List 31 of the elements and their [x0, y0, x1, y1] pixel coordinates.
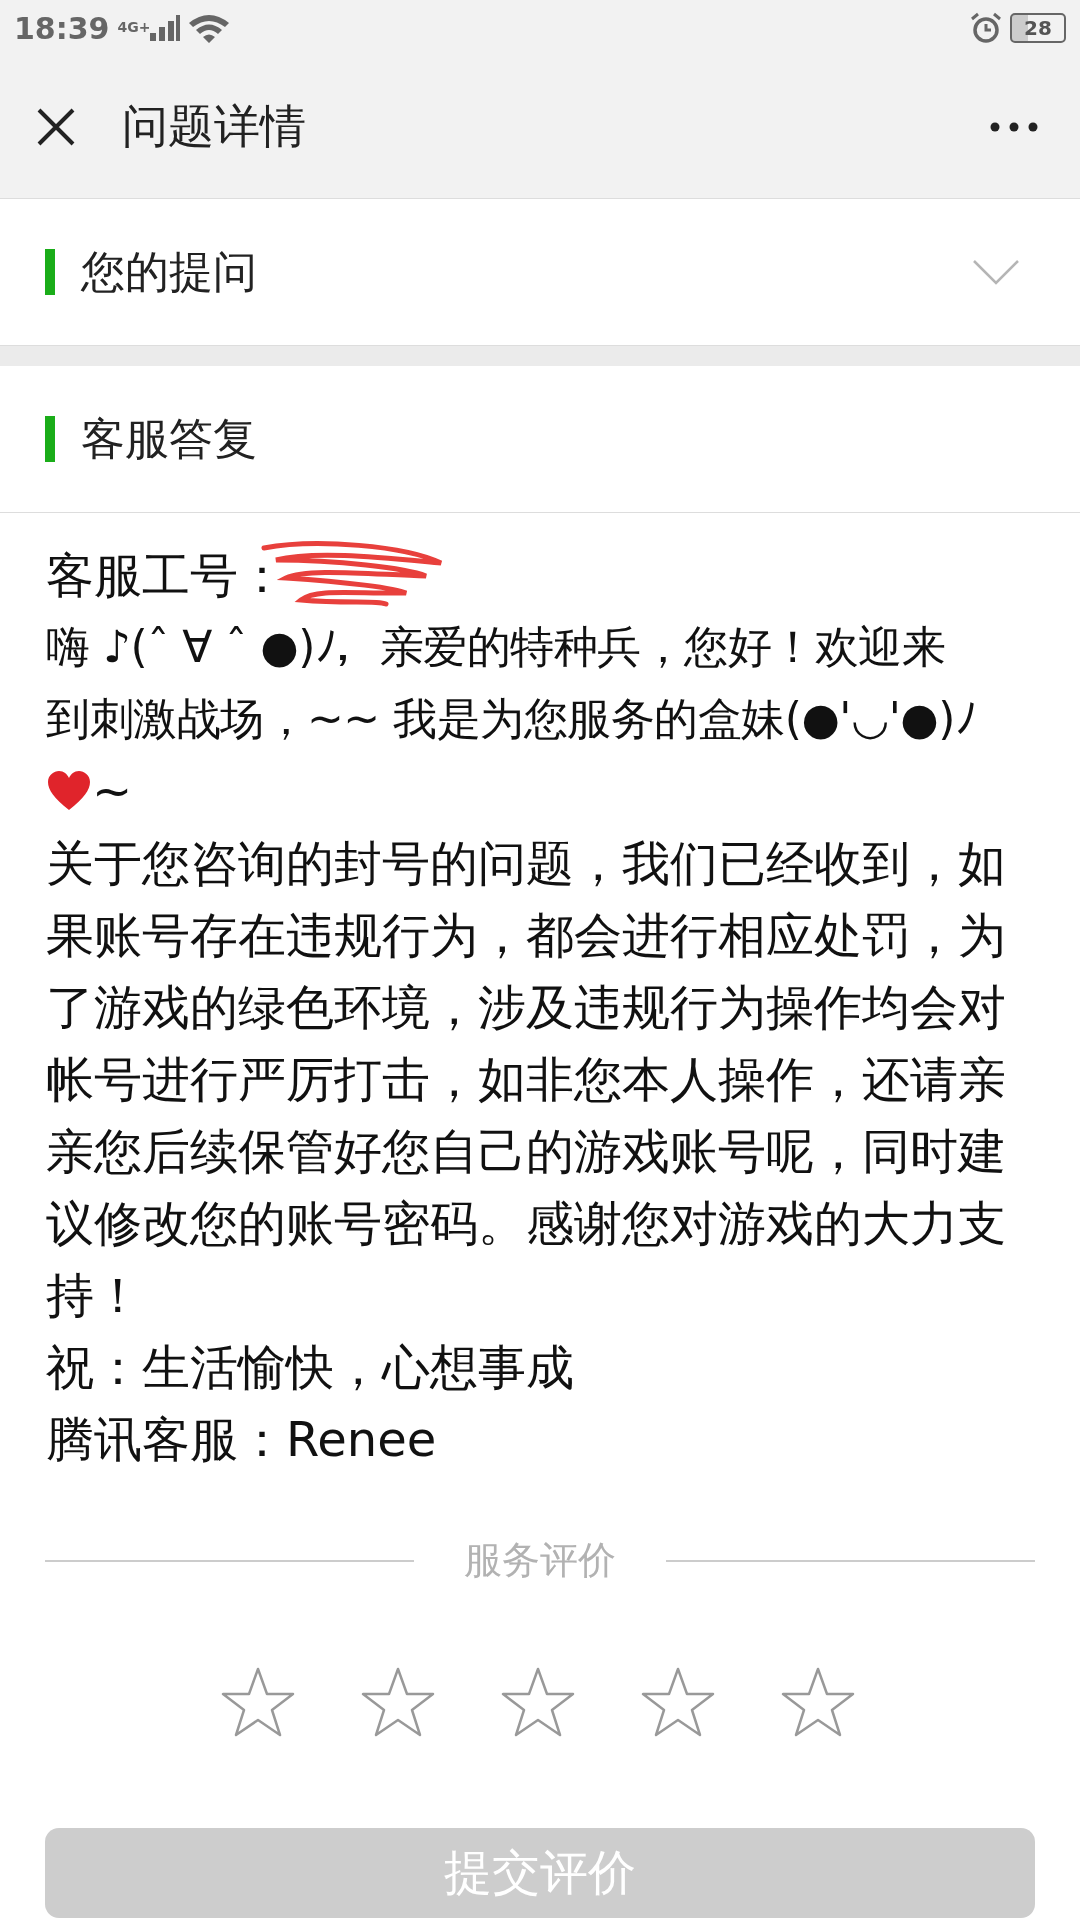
alarm-icon — [970, 12, 1002, 44]
greeting-text: 到刺激战场，~~ 我是为您服务的盒妹(●'◡'●)ﾉ — [46, 692, 978, 746]
section-title: 客服答复 — [81, 411, 258, 466]
page-title: 问题详情 — [122, 98, 307, 155]
star-icon[interactable] — [221, 1666, 295, 1738]
close-button[interactable] — [36, 107, 76, 147]
rating-title: 服务评价 — [463, 1537, 617, 1584]
battery-level: 28 — [1024, 16, 1052, 40]
close-icon — [36, 107, 76, 147]
more-icon — [990, 122, 1038, 132]
reply-paragraph: 祝：生活愉快，心想事成 — [46, 1338, 575, 1397]
reply-paragraph: 关于您咨询的封号的问题，我们已经收到，如果账号存在违规行为，都会进行相应处罚，为了游戏的绿色环境，涉及违规行为操作均会对帐号进行严厉打击，如非您本人操作，还请亲亲您后续保管好您自己的游戏账号呢，同时建议修改您的账号密码。感谢您对游戏的大力支持！ — [46, 834, 1007, 1325]
wifi-icon — [188, 13, 231, 43]
star-icon[interactable] — [501, 1666, 575, 1738]
reply-paragraph: 腾讯客服：Renee — [46, 1410, 438, 1469]
signal-icon — [150, 15, 181, 41]
network-label: 4G+ — [117, 18, 151, 35]
accent-bar — [45, 249, 55, 295]
star-icon[interactable] — [781, 1666, 855, 1738]
section-title: 您的提问 — [81, 244, 258, 299]
chevron-down-icon — [972, 259, 1020, 285]
staff-id-label: 客服工号： — [46, 546, 286, 605]
greeting-tail: ~ — [92, 762, 133, 821]
star-icon[interactable] — [641, 1666, 715, 1738]
star-icon[interactable] — [361, 1666, 435, 1738]
section-header[interactable]: 客服答复 — [0, 346, 1080, 513]
accent-bar — [45, 416, 55, 462]
status-time: 18:39 — [14, 10, 110, 46]
greeting-text: 嗨 ♪(ˆ ∀ ˆ ●)ﾉ，亲爱的特种兵，您好！欢迎来 — [46, 620, 947, 674]
heart-icon — [46, 770, 92, 812]
more-button[interactable] — [990, 122, 1038, 132]
